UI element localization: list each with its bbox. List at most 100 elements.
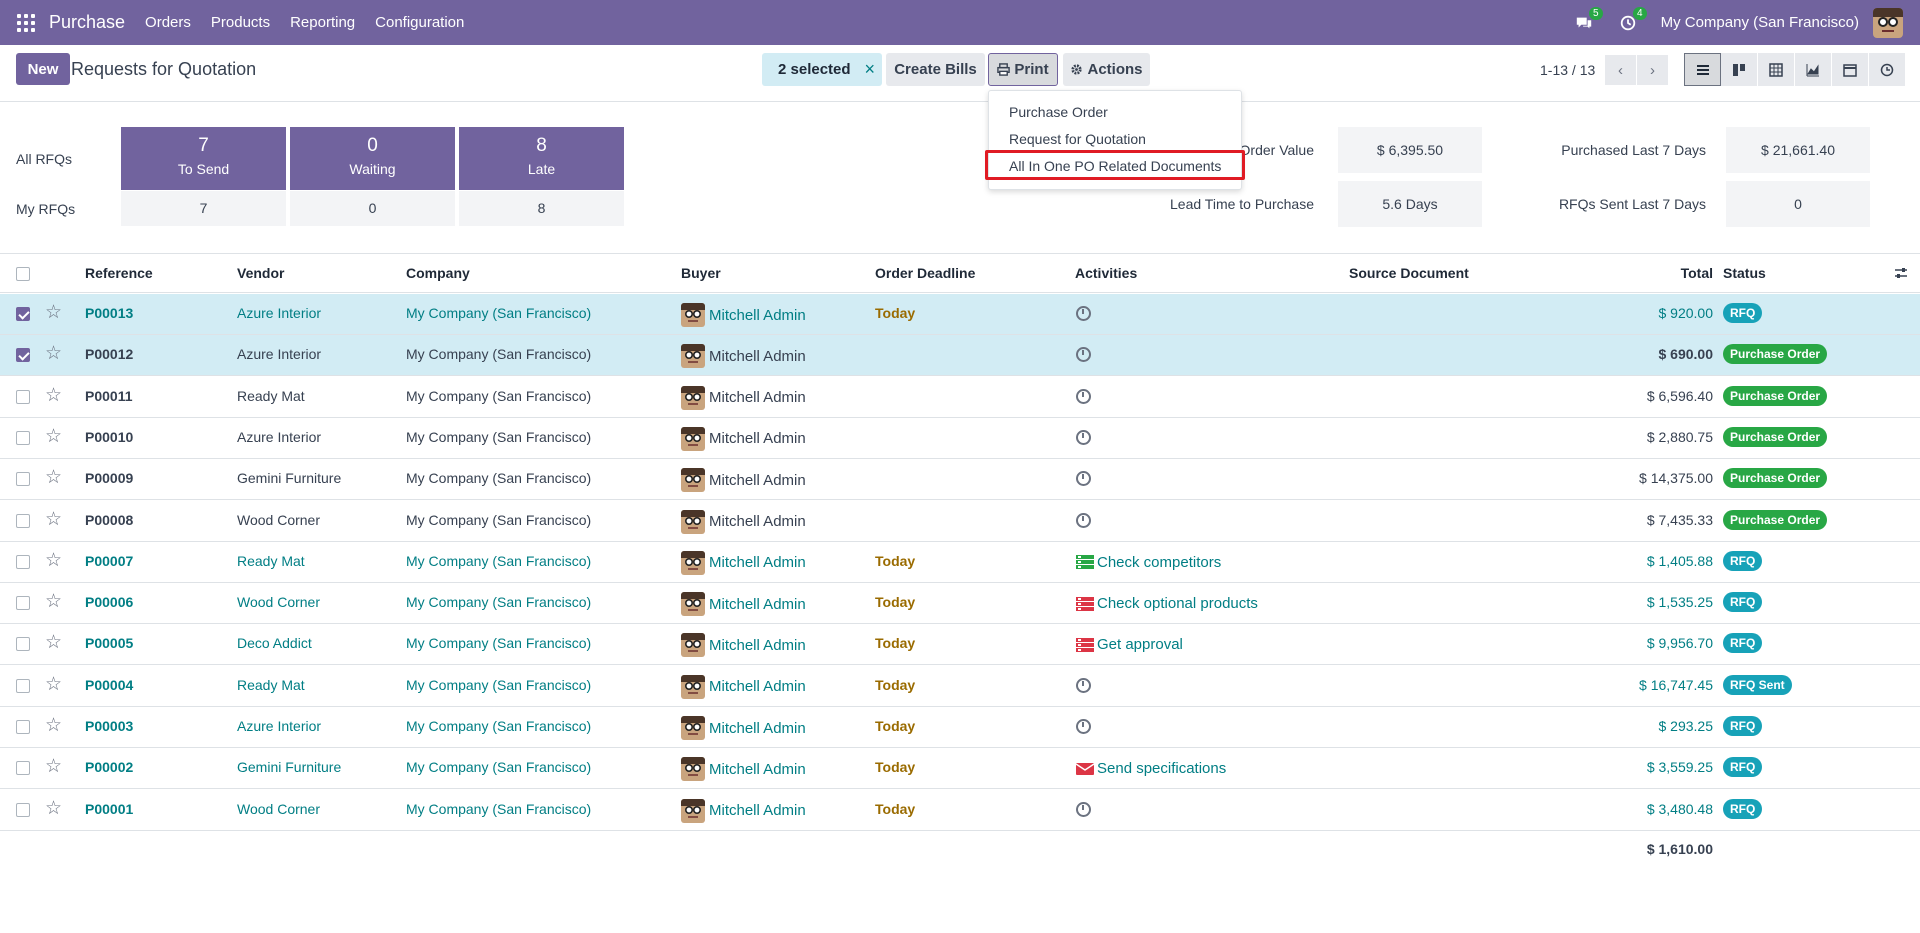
my-to-send[interactable]: 7: [121, 191, 286, 226]
cell-activity[interactable]: [1076, 677, 1091, 693]
table-row[interactable]: ☆ P00013 Azure Interior My Company (San Fra…: [0, 294, 1920, 335]
cell-activity[interactable]: Get approval: [1076, 636, 1183, 653]
table-row[interactable]: ☆ P00002 Gemini Furniture My Company (San F…: [0, 748, 1920, 790]
buyer-avatar: [681, 633, 705, 658]
table-row[interactable]: ☆ P00009 Gemini Furniture My Company (San F…: [0, 459, 1920, 501]
row-checkbox[interactable]: [16, 761, 30, 776]
row-checkbox[interactable]: [16, 596, 30, 611]
table-row[interactable]: ☆ P00006 Wood Corner My Company (San Franci…: [0, 583, 1920, 625]
star-icon[interactable]: ☆: [45, 716, 62, 735]
company-switcher[interactable]: My Company (San Francisco): [1661, 14, 1859, 31]
row-checkbox[interactable]: [16, 637, 30, 652]
table-row[interactable]: ☆ P00008 Wood Corner My Company (San Franci…: [0, 501, 1920, 542]
star-icon[interactable]: ☆: [45, 592, 62, 611]
row-checkbox[interactable]: [16, 720, 30, 734]
row-checkbox[interactable]: [16, 678, 30, 693]
kanban-view-icon[interactable]: [1721, 53, 1758, 86]
app-brand[interactable]: Purchase: [49, 12, 125, 33]
row-checkbox[interactable]: [16, 554, 30, 569]
table-row[interactable]: ☆ P00003 Azure Interior My Company (San Fra…: [0, 707, 1920, 748]
buyer-name: Mitchell Admin: [709, 306, 806, 324]
cell-activity[interactable]: [1076, 471, 1091, 487]
star-icon[interactable]: ☆: [45, 510, 62, 529]
new-button[interactable]: New: [16, 53, 70, 85]
star-icon[interactable]: ☆: [45, 468, 62, 487]
star-icon[interactable]: ☆: [45, 675, 62, 694]
star-icon[interactable]: ☆: [45, 344, 62, 363]
menu-reporting[interactable]: Reporting: [290, 14, 355, 31]
activity-view-icon[interactable]: [1869, 53, 1906, 86]
table-row[interactable]: ☆ P00007 Ready Mat My Company (San Francisc…: [0, 542, 1920, 583]
cell-activity[interactable]: [1076, 512, 1091, 528]
star-icon[interactable]: ☆: [45, 386, 62, 405]
row-checkbox[interactable]: [16, 430, 30, 445]
cell-activity[interactable]: [1076, 306, 1091, 321]
col-activities[interactable]: Activities: [1075, 265, 1137, 281]
row-checkbox[interactable]: [16, 472, 30, 487]
row-checkbox[interactable]: [16, 348, 30, 363]
status-badge: Purchase Order: [1723, 385, 1828, 406]
row-checkbox[interactable]: [16, 513, 30, 528]
pager-next-icon[interactable]: ›: [1637, 55, 1668, 85]
my-waiting[interactable]: 0: [290, 191, 455, 226]
table-row[interactable]: ☆ P00011 Ready Mat My Company (San Francisc…: [0, 377, 1920, 418]
select-all-checkbox[interactable]: [16, 267, 30, 281]
col-source-document[interactable]: Source Document: [1349, 265, 1469, 281]
pivot-view-icon[interactable]: [1758, 53, 1795, 86]
activities-clock-icon[interactable]: 4: [1617, 6, 1647, 34]
row-checkbox[interactable]: [16, 307, 30, 321]
menu-orders[interactable]: Orders: [145, 14, 191, 31]
col-vendor[interactable]: Vendor: [237, 265, 284, 281]
pager-value[interactable]: 1-13 / 13: [1540, 62, 1595, 78]
list-view-icon[interactable]: [1684, 53, 1721, 86]
create-bills-button[interactable]: Create Bills: [886, 53, 985, 86]
print-menu-purchase-order[interactable]: Purchase Order: [1009, 104, 1108, 120]
tile-waiting[interactable]: 0 Waiting: [290, 127, 455, 190]
messages-icon[interactable]: 5: [1573, 6, 1603, 34]
cell-activity[interactable]: Send specifications: [1076, 760, 1226, 777]
star-icon[interactable]: ☆: [45, 303, 62, 322]
row-checkbox[interactable]: [16, 802, 30, 817]
cell-activity[interactable]: Check optional products: [1076, 595, 1258, 612]
print-menu-rfq[interactable]: Request for Quotation: [1009, 131, 1146, 147]
my-late[interactable]: 8: [459, 191, 624, 226]
table-row[interactable]: ☆ P00010 Azure Interior My Company (San Fra…: [0, 418, 1920, 459]
actions-button[interactable]: Actions: [1063, 53, 1150, 86]
col-order-deadline[interactable]: Order Deadline: [875, 265, 975, 281]
row-checkbox[interactable]: [16, 389, 30, 404]
star-icon[interactable]: ☆: [45, 633, 62, 652]
cell-activity[interactable]: [1076, 347, 1091, 363]
menu-products[interactable]: Products: [211, 14, 270, 31]
table-row[interactable]: ☆ P00004 Ready Mat My Company (San Francisc…: [0, 666, 1920, 707]
apps-menu-icon[interactable]: [17, 13, 35, 32]
optional-columns-icon[interactable]: [1894, 266, 1908, 284]
tile-late[interactable]: 8 Late: [459, 127, 624, 190]
envelope-red-icon: [1076, 762, 1097, 776]
graph-view-icon[interactable]: [1795, 53, 1832, 86]
col-reference[interactable]: Reference: [85, 265, 153, 281]
user-avatar[interactable]: [1873, 7, 1903, 38]
cell-activity[interactable]: [1076, 801, 1091, 817]
table-row[interactable]: ☆ P00001 Wood Corner My Company (San Franci…: [0, 790, 1920, 831]
tile-to-send[interactable]: 7 To Send: [121, 127, 286, 190]
star-icon[interactable]: ☆: [45, 757, 62, 776]
col-buyer[interactable]: Buyer: [681, 265, 721, 281]
star-icon[interactable]: ☆: [45, 551, 62, 570]
table-row[interactable]: ☆ P00012 Azure Interior My Company (San Fra…: [0, 335, 1920, 377]
star-icon[interactable]: ☆: [45, 427, 62, 446]
col-company[interactable]: Company: [406, 265, 470, 281]
col-total[interactable]: Total: [1681, 265, 1713, 281]
calendar-view-icon[interactable]: [1832, 53, 1869, 86]
cell-activity[interactable]: [1076, 429, 1091, 445]
clear-selection-icon[interactable]: ×: [865, 59, 876, 80]
cell-activity[interactable]: Check competitors: [1076, 554, 1221, 571]
print-button[interactable]: Print: [988, 53, 1058, 86]
table-row[interactable]: ☆ P00005 Deco Addict My Company (San Franci…: [0, 624, 1920, 666]
star-icon[interactable]: ☆: [45, 799, 62, 818]
col-status[interactable]: Status: [1723, 265, 1766, 281]
footer-total: $ 1,610.00: [1646, 841, 1713, 857]
cell-activity[interactable]: [1076, 719, 1091, 734]
pager-previous-icon[interactable]: ‹: [1605, 55, 1636, 85]
menu-configuration[interactable]: Configuration: [375, 14, 464, 31]
cell-activity[interactable]: [1076, 388, 1091, 404]
